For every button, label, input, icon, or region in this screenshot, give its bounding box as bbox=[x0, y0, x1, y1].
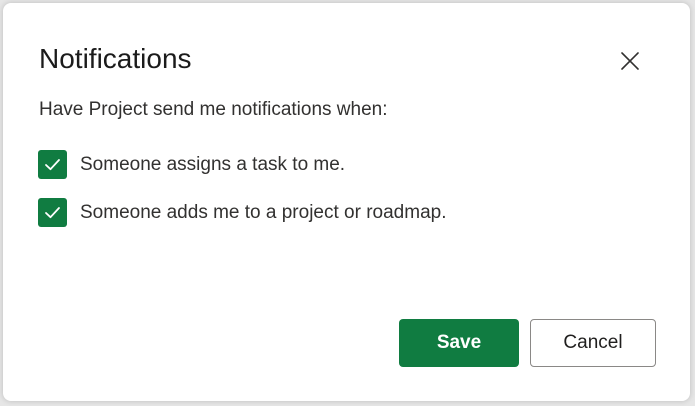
checkmark-icon bbox=[45, 207, 60, 219]
close-button[interactable] bbox=[616, 47, 644, 75]
option-task-assigned[interactable]: Someone assigns a task to me. bbox=[38, 150, 345, 179]
notifications-dialog: Notifications Have Project send me notif… bbox=[3, 3, 690, 401]
task-assigned-label: Someone assigns a task to me. bbox=[80, 153, 346, 175]
task-assigned-checkbox[interactable] bbox=[38, 150, 67, 179]
added-to-project-label: Someone adds me to a project or roadmap. bbox=[80, 201, 447, 223]
dialog-title: Notifications bbox=[39, 43, 192, 74]
cancel-button[interactable]: Cancel bbox=[530, 319, 656, 367]
save-button[interactable]: Save bbox=[399, 319, 519, 367]
close-icon bbox=[621, 52, 639, 70]
dialog-subtitle: Have Project send me notifications when: bbox=[39, 99, 388, 120]
checkmark-icon bbox=[45, 159, 60, 171]
added-to-project-checkbox[interactable] bbox=[38, 198, 67, 227]
option-added-to-project[interactable]: Someone adds me to a project or roadmap. bbox=[38, 198, 446, 227]
